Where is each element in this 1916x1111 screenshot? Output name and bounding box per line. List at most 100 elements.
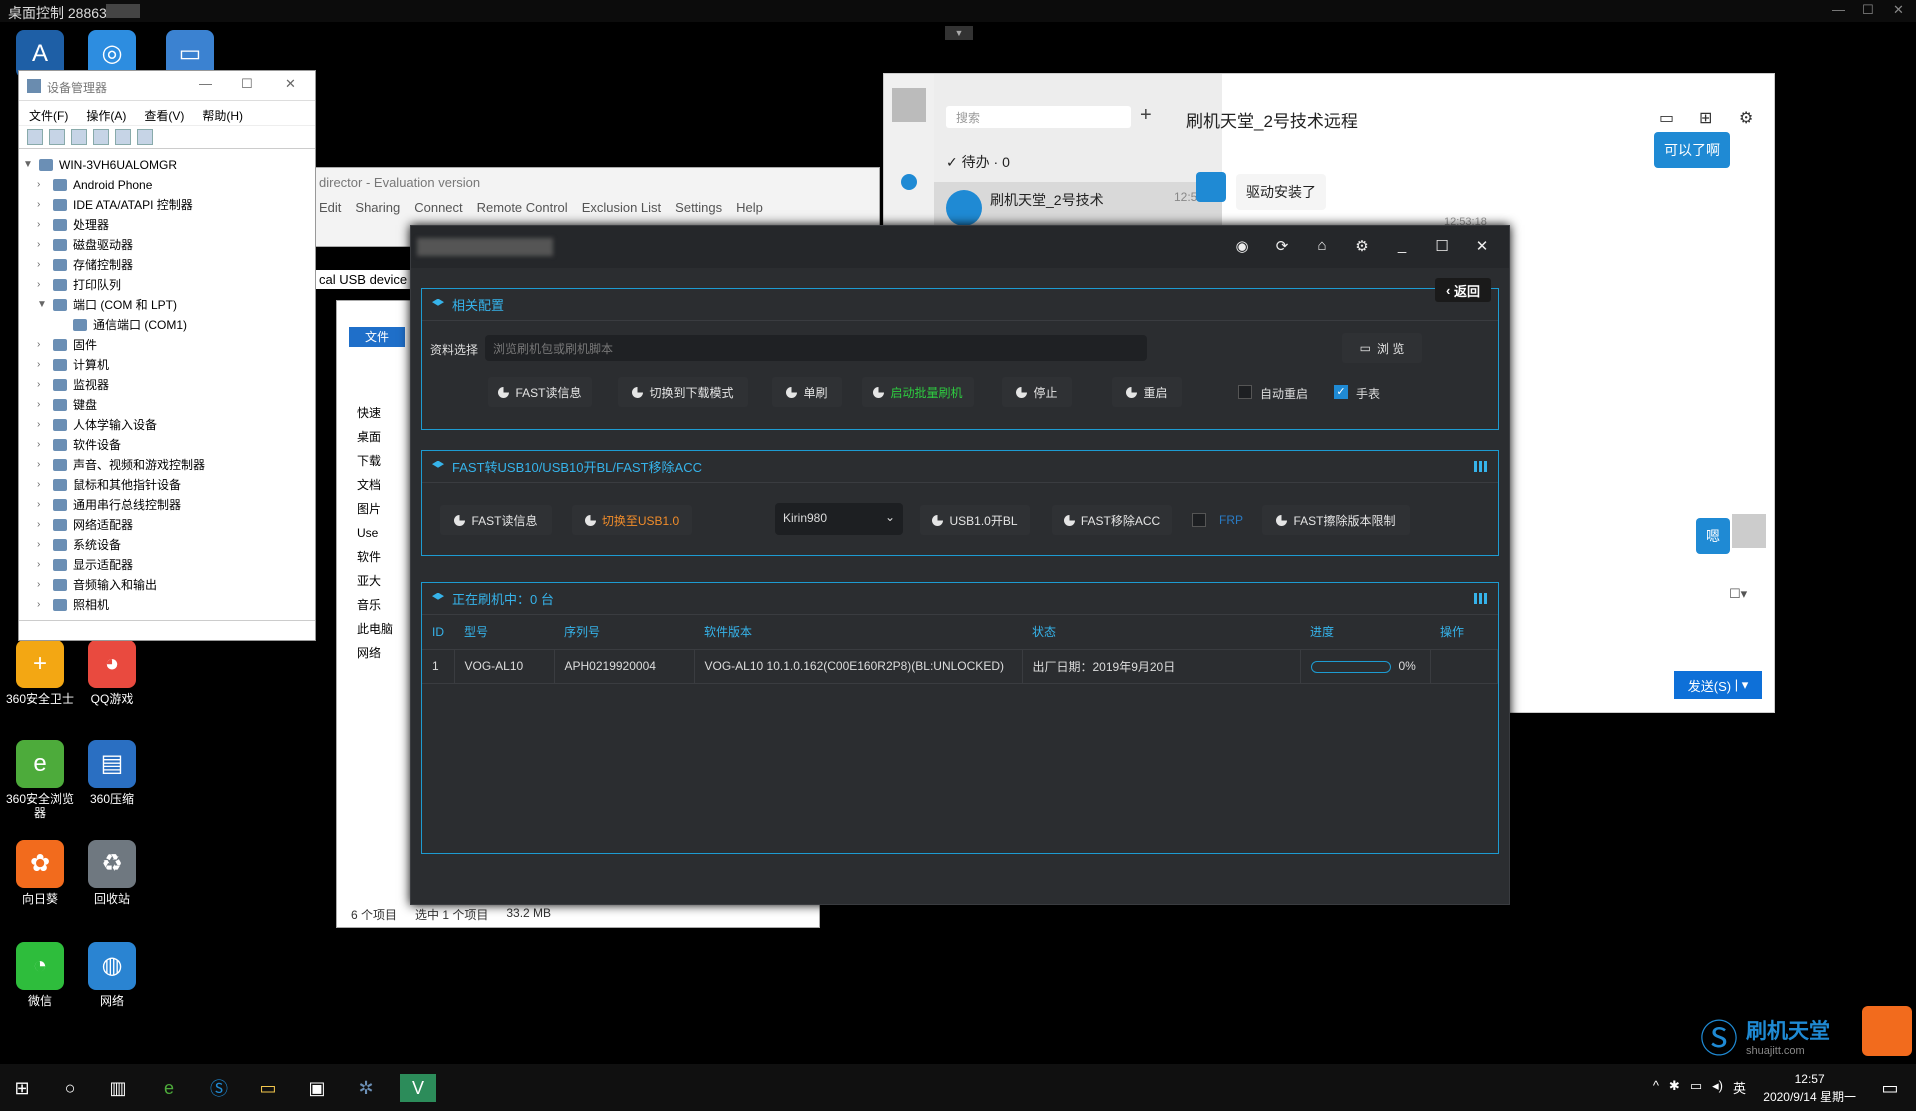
package-path-input[interactable]: 浏览刷机包或刷机脚本 [485,335,1147,361]
tree-node[interactable]: › 人体学输入设备 [23,415,311,435]
tree-node[interactable]: › 磁盘驱动器 [23,235,311,255]
nav-item[interactable]: 下载 [357,449,393,473]
menu-file[interactable]: 文件(F) [29,107,68,123]
reboot-button[interactable]: 重启 [1112,377,1182,407]
menu-sharing[interactable]: Sharing [355,200,400,215]
tree-node[interactable]: › 存储控制器 [23,255,311,275]
fast-erase-version-limit-button[interactable]: FAST擦除版本限制 [1262,505,1410,535]
nav-item[interactable]: 图片 [357,497,393,521]
frp-checkbox[interactable] [1192,513,1206,527]
tree-node[interactable]: ▼ 端口 (COM 和 LPT) [23,295,311,315]
tree-node[interactable]: › 监视器 [23,375,311,395]
tree-node[interactable]: › 鼠标和其他指针设备 [23,475,311,495]
close-button[interactable]: ✕ [285,76,296,92]
nav-item[interactable]: 音乐 [357,593,393,617]
nav-item[interactable]: 软件 [357,545,393,569]
bluetooth-icon[interactable]: ✱ [1669,1078,1680,1097]
fast-read-info-button[interactable]: FAST读信息 [488,377,592,407]
desktop-icon-360browser[interactable]: e 360安全浏览器 [0,740,80,820]
tree-node[interactable]: › 通用串行总线控制器 [23,495,311,515]
menu-action[interactable]: 操作(A) [86,107,126,123]
nav-item[interactable]: Use [357,521,393,545]
menu-remote-control[interactable]: Remote Control [477,200,568,215]
grid-icon[interactable] [1474,593,1488,604]
tree-node[interactable]: › 键盘 [23,395,311,415]
active-app-taskbar-icon[interactable]: V [400,1074,436,1102]
desktop-icon-recycle[interactable]: ♻ 回收站 [72,840,152,906]
nav-item[interactable]: 此电脑 [357,617,393,641]
globe-icon[interactable]: ◉ [1231,237,1253,255]
grid-icon[interactable] [1474,461,1488,472]
tree-node[interactable]: › 照相机 [23,595,311,615]
search-icon[interactable]: ○ [56,1074,84,1102]
view-icon[interactable] [115,129,131,145]
tree-node[interactable]: › 声音、视频和游戏控制器 [23,455,311,475]
network-tray-icon[interactable]: ▭ [1690,1078,1702,1097]
flash-tool-taskbar-icon[interactable]: Ⓢ [205,1074,233,1102]
tree-node[interactable]: › 音频输入和输出 [23,575,311,595]
monitor-icon[interactable] [137,129,153,145]
nav-item[interactable]: 桌面 [357,425,393,449]
nav-item[interactable]: 快速 [357,401,393,425]
notification-icon[interactable]: ▭ [1876,1074,1904,1102]
task-view-icon[interactable]: ▥ [104,1074,132,1102]
tree-node[interactable]: › 显示适配器 [23,555,311,575]
back-icon[interactable] [27,129,43,145]
forward-icon[interactable] [49,129,65,145]
tree-node[interactable]: › 网络适配器 [23,515,311,535]
auto-reboot-checkbox[interactable] [1238,385,1252,399]
clock[interactable]: 12:57 2020/9/14 星期一 [1763,1070,1856,1106]
back-button[interactable]: ‹ 返回 [1435,278,1491,302]
desktop-icon-360zip[interactable]: ▤ 360压缩 [72,740,152,806]
menu-help[interactable]: Help [736,200,763,215]
minimize-button[interactable]: — [1832,2,1845,17]
gear-icon[interactable]: ⚙ [1351,237,1373,255]
tree-node[interactable]: › 处理器 [23,215,311,235]
browser-taskbar-icon[interactable]: e [155,1074,183,1102]
volume-icon[interactable]: ◂) [1712,1078,1723,1097]
ime-indicator[interactable]: 英 [1733,1078,1746,1097]
desktop-icon-360safe[interactable]: +360安全卫士 [0,640,80,706]
menu-connect[interactable]: Connect [414,200,462,215]
fast-remove-acc-button[interactable]: FAST移除ACC [1052,505,1172,535]
menu-settings[interactable]: Settings [675,200,722,215]
batch-flash-button[interactable]: 启动批量刷机 [862,377,974,407]
usb10-unlock-bl-button[interactable]: USB1.0开BL [920,505,1030,535]
tree-node[interactable]: › 打印队列 [23,275,311,295]
tree-root[interactable]: ▼ WIN-3VH6UALOMGR [23,155,311,175]
maximize-button[interactable]: ☐ [1431,237,1453,255]
tree-node[interactable]: › IDE ATA/ATAPI 控制器 [23,195,311,215]
desktop-icon-qqgame[interactable]: ◕ QQ游戏 [72,640,152,706]
refresh-icon[interactable]: ⟳ [1271,237,1293,255]
send-button[interactable]: 发送(S) | ▾ [1674,671,1762,699]
minimize-button[interactable]: _ [1391,237,1413,254]
toolbar-dropdown-toggle[interactable]: ▼ [945,26,973,40]
switch-download-mode-button[interactable]: 切换到下载模式 [618,377,748,407]
chat-icon[interactable] [901,174,917,190]
menu-exclusion-list[interactable]: Exclusion List [582,200,661,215]
home-icon[interactable]: ⌂ [1311,237,1333,254]
settings-icon[interactable]: ⚙ [1739,108,1753,128]
browse-button[interactable]: ▭ 浏 览 [1342,333,1422,363]
properties-icon[interactable] [71,129,87,145]
add-member-icon[interactable]: ⊞ [1699,108,1712,128]
todo-label[interactable]: ✓ 待办 · 0 [946,152,1010,172]
chevron-up-icon[interactable]: ^ [1653,1078,1659,1097]
menu-edit[interactable]: Edit [319,200,341,215]
switch-usb10-button[interactable]: 切换至USB1.0 [572,505,692,535]
desktop-icon-sunflower[interactable]: ✿ 向日葵 [0,840,80,906]
stop-button[interactable]: 停止 [1002,377,1072,407]
single-flash-button[interactable]: 单刷 [772,377,842,407]
tree-node[interactable]: › 软件设备 [23,435,311,455]
usb-device-label[interactable]: cal USB device [315,270,412,289]
desktop-icon-wechat[interactable]: ◔ 微信 [0,942,80,1008]
start-icon[interactable]: ⊞ [8,1074,36,1102]
maximize-button[interactable]: ☐ [1862,2,1874,18]
tree-node[interactable]: › 计算机 [23,355,311,375]
add-icon[interactable]: + [1140,104,1152,127]
menu-view[interactable]: 查看(V) [144,107,184,123]
nav-item[interactable]: 亚大 [357,569,393,593]
search-input[interactable]: 搜索 [946,106,1131,128]
help-icon[interactable] [93,129,109,145]
menu-help[interactable]: 帮助(H) [202,107,243,123]
